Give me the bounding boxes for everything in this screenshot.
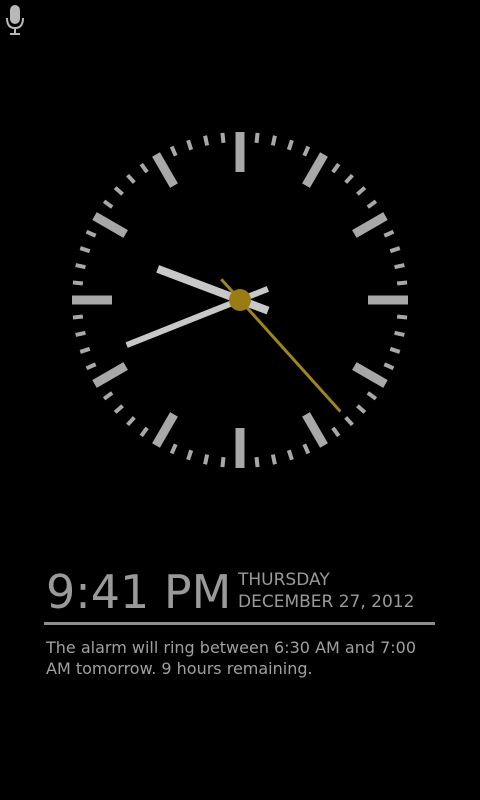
clock-minute-tick (75, 263, 86, 270)
clock-minute-tick (383, 362, 395, 371)
clock-minute-tick (356, 404, 367, 414)
clock-hour-tick (352, 362, 388, 388)
clock-minute-tick (302, 145, 311, 157)
clock-minute-tick (366, 391, 378, 401)
clock-minute-tick (389, 346, 401, 354)
clock-hour-tick (152, 152, 178, 188)
clock-minute-tick (396, 280, 408, 286)
clock-minute-tick (302, 443, 311, 455)
clock-minute-tick (169, 443, 178, 455)
divider (44, 622, 435, 625)
clock-minute-tick (389, 246, 401, 254)
clock-minute-tick (331, 426, 341, 438)
clock-minute-tick (366, 199, 378, 209)
date: DECEMBER 27, 2012 (238, 592, 415, 612)
clock-minute-tick (254, 456, 260, 468)
clock-minute-tick (85, 229, 97, 238)
clock-minute-tick (186, 449, 194, 461)
day-of-week: THURSDAY (238, 570, 330, 590)
clock-minute-tick (220, 456, 226, 468)
clock-minute-tick (356, 186, 367, 196)
digital-time: 9:41 PM (46, 565, 232, 619)
clock-minute-tick (270, 135, 277, 146)
clock-minute-tick (102, 199, 114, 209)
clock-minute-tick (85, 362, 97, 371)
clock-minute-tick (203, 454, 210, 465)
clock-minute-tick (186, 139, 194, 151)
clock-minute-tick (344, 173, 354, 184)
clock-hour-tick (352, 212, 388, 238)
clock-minute-tick (79, 346, 91, 354)
clock-minute-tick (72, 314, 84, 320)
clock-minute-tick (396, 314, 408, 320)
clock-center-hub (229, 289, 251, 311)
clock-minute-tick (286, 449, 294, 461)
clock-minute-tick (254, 132, 260, 144)
clock-minute-tick (139, 426, 149, 438)
clock-minute-tick (72, 280, 84, 286)
hour-hand (156, 265, 270, 315)
clock-minute-tick (79, 246, 91, 254)
clock-minute-tick (394, 330, 405, 337)
clock-hour-tick (302, 412, 328, 448)
clock-hour-tick (92, 212, 128, 238)
microphone-icon[interactable] (4, 4, 26, 38)
clock-hour-tick (92, 362, 128, 388)
clock-minute-tick (331, 162, 341, 174)
clock-minute-tick (344, 416, 354, 427)
clock-minute-tick (126, 173, 136, 184)
clock-minute-tick (169, 145, 178, 157)
analog-clock (70, 130, 410, 470)
clock-minute-tick (102, 391, 114, 401)
clock-minute-tick (383, 229, 395, 238)
clock-minute-tick (113, 186, 124, 196)
alarm-message: The alarm will ring between 6:30 AM and … (46, 638, 417, 678)
clock-minute-tick (203, 135, 210, 146)
clock-minute-tick (113, 404, 124, 414)
clock-minute-tick (286, 139, 294, 151)
clock-hour-tick (302, 152, 328, 188)
clock-minute-tick (270, 454, 277, 465)
analog-clock-face (72, 132, 408, 468)
microphone-icon-graphic (6, 5, 24, 35)
digital-time-block: 9:41 PM THURSDAY DECEMBER 27, 2012 (46, 566, 436, 618)
clock-minute-tick (126, 416, 136, 427)
clock-hour-tick (152, 412, 178, 448)
clock-minute-tick (394, 263, 405, 270)
clock-minute-tick (139, 162, 149, 174)
clock-minute-tick (220, 132, 226, 144)
clock-minute-tick (75, 330, 86, 337)
